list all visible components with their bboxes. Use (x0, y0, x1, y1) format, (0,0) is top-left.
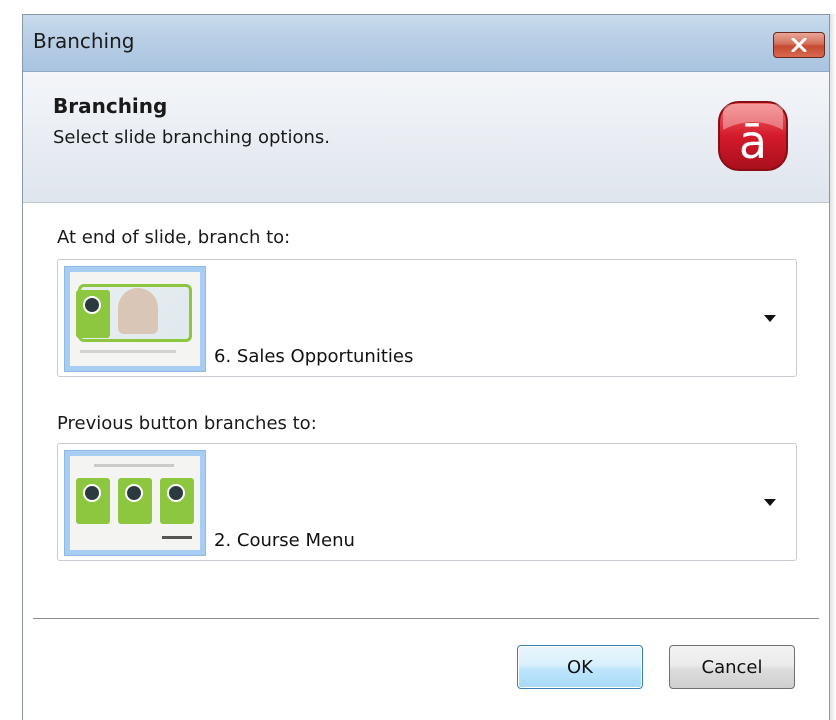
previous-button-dropdown[interactable]: 2. Course Menu (57, 443, 797, 561)
chevron-down-icon[interactable] (764, 499, 776, 506)
slide-thumbnail (64, 266, 206, 372)
selected-slide-label: 6. Sales Opportunities (214, 346, 414, 367)
end-of-slide-dropdown[interactable]: 6. Sales Opportunities (57, 259, 797, 377)
close-icon (791, 38, 807, 52)
slide-thumbnail (64, 450, 206, 556)
selected-slide-label: 2. Course Menu (214, 530, 355, 551)
branching-dialog: Branching Branching Select slide branchi… (22, 14, 830, 720)
end-of-slide-label: At end of slide, branch to: (57, 227, 291, 248)
header-title: Branching (53, 94, 168, 118)
cancel-button[interactable]: Cancel (669, 645, 795, 689)
adobe-presenter-logo: ā (718, 101, 788, 171)
chevron-down-icon[interactable] (764, 315, 776, 322)
header-subtitle: Select slide branching options. (53, 127, 330, 148)
close-button[interactable] (773, 32, 825, 58)
previous-button-label: Previous button branches to: (57, 413, 317, 434)
svg-text:ā: ā (739, 115, 767, 169)
ok-button[interactable]: OK (517, 645, 643, 689)
dialog-header: Branching Select slide branching options… (23, 72, 829, 203)
window-shadow (830, 14, 836, 720)
title-bar[interactable]: Branching (23, 15, 829, 72)
footer-divider (33, 618, 819, 619)
window-title: Branching (33, 29, 135, 53)
